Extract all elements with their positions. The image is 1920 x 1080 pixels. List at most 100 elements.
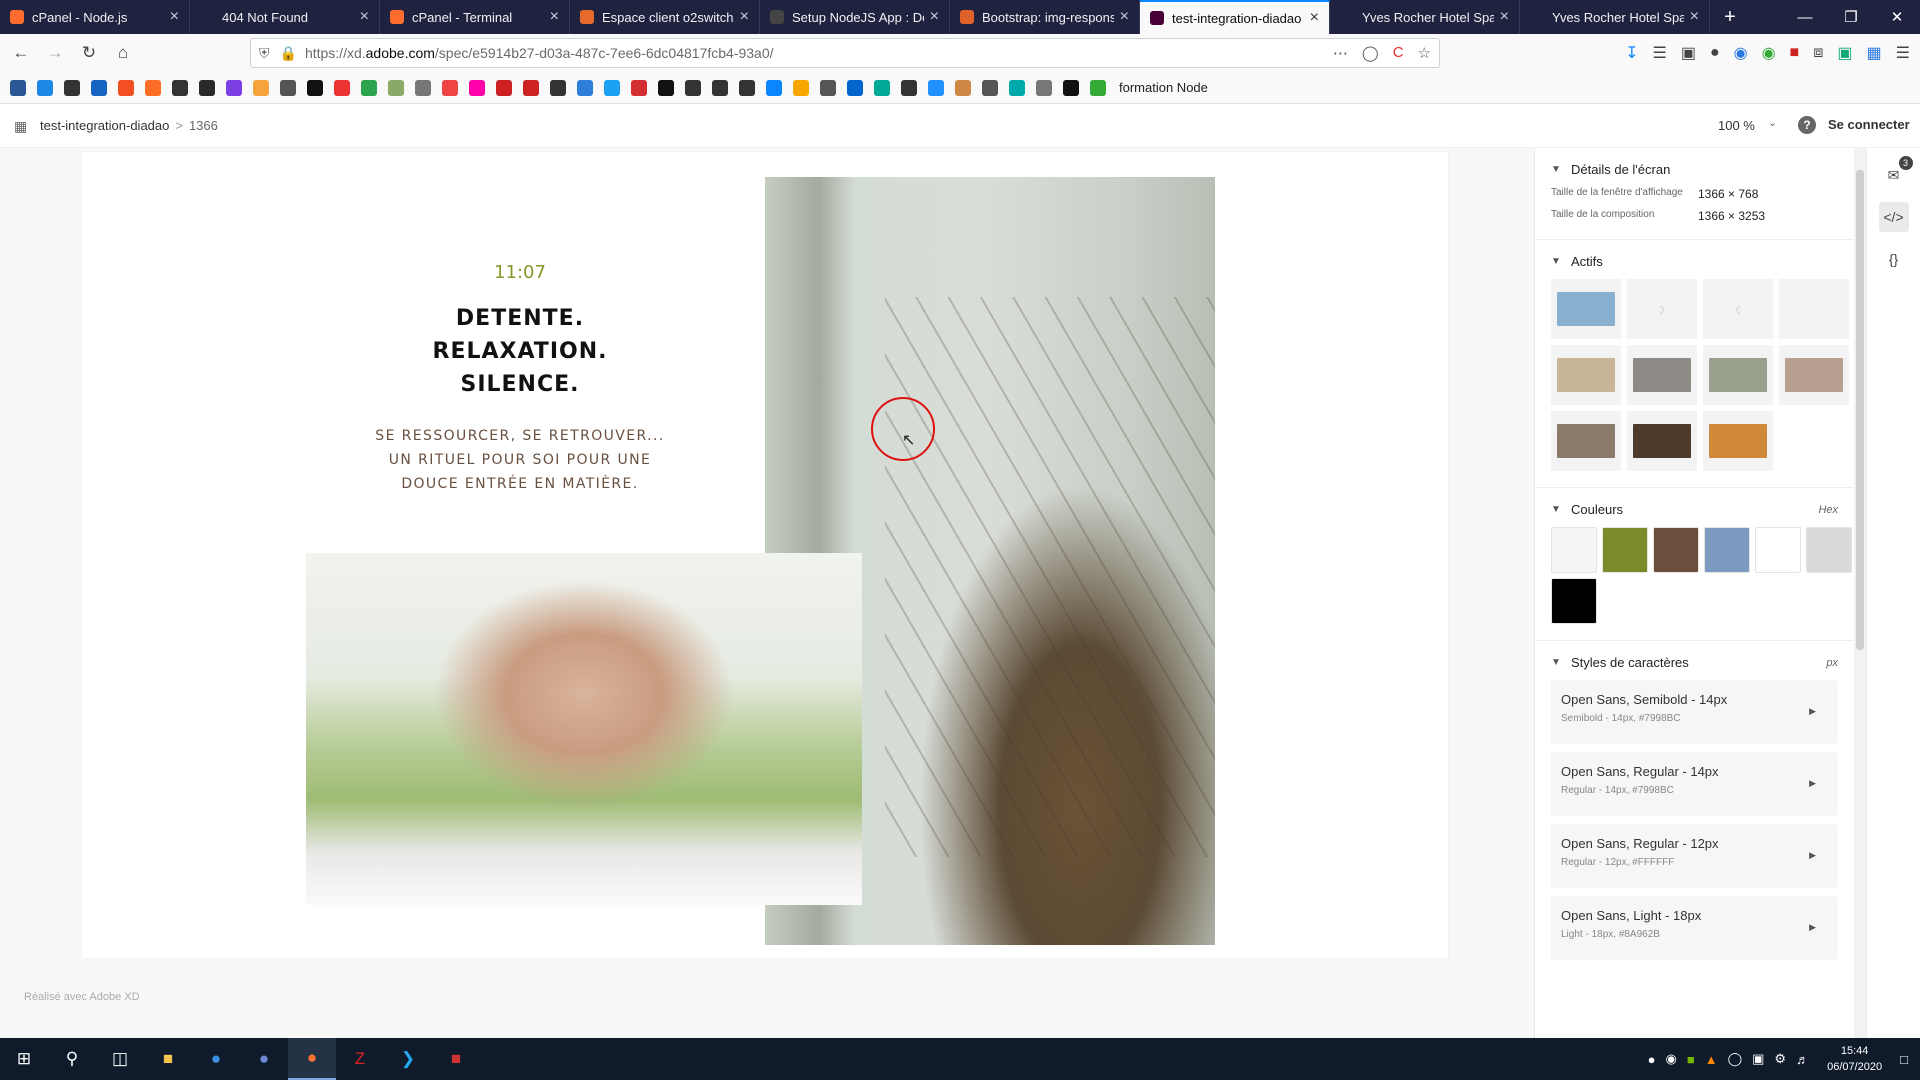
extension-icon[interactable]: ■ xyxy=(1790,44,1800,62)
spa-woman-photo[interactable] xyxy=(306,553,862,905)
tab-close-icon[interactable]: × xyxy=(1310,9,1319,27)
bookmark-icon[interactable] xyxy=(469,79,485,96)
chevron-down-icon[interactable]: ▼ xyxy=(1551,256,1561,267)
bookmark-icon[interactable] xyxy=(145,79,161,96)
chevron-down-icon[interactable]: ▼ xyxy=(1551,164,1561,175)
asset-thumbnail[interactable] xyxy=(1779,279,1849,339)
section-header[interactable]: ▼ Styles de caractères px xyxy=(1551,655,1838,670)
app-icon[interactable]: ● xyxy=(192,1038,240,1080)
extension-icon[interactable]: ▦ xyxy=(1867,43,1882,63)
discord-icon[interactable]: ● xyxy=(240,1038,288,1080)
extension-icon[interactable]: ▣ xyxy=(1837,43,1852,63)
bookmark-icon[interactable] xyxy=(685,79,701,96)
tab-8[interactable]: Yves Rocher Hotel Spa × xyxy=(1330,0,1520,34)
section-header[interactable]: ▼ Actifs xyxy=(1551,254,1838,269)
tab-2[interactable]: 404 Not Found × xyxy=(190,0,380,34)
tab-3[interactable]: cPanel - Terminal × xyxy=(380,0,570,34)
chevron-right-icon[interactable]: ▶ xyxy=(1809,778,1816,789)
chevron-down-icon[interactable]: ▼ xyxy=(1551,504,1561,515)
bookmark-icon[interactable] xyxy=(307,79,323,96)
chevron-right-icon[interactable]: ▶ xyxy=(1809,706,1816,717)
bookmark-icon[interactable] xyxy=(928,79,944,96)
braces-icon[interactable]: {} xyxy=(1879,244,1909,274)
asset-thumbnail[interactable] xyxy=(1627,345,1697,405)
account-icon[interactable]: ● xyxy=(1710,44,1720,62)
bookmark-icon[interactable] xyxy=(550,79,566,96)
extension-icon[interactable]: ◉ xyxy=(1762,43,1776,63)
settings-icon[interactable]: ⚙ xyxy=(1774,1051,1786,1067)
bookmark-icon[interactable] xyxy=(172,79,188,96)
bookmark-icon[interactable] xyxy=(334,79,350,96)
color-swatch[interactable] xyxy=(1704,527,1750,573)
color-swatch[interactable] xyxy=(1551,578,1597,624)
unit-toggle[interactable]: px xyxy=(1826,657,1838,669)
tab-9[interactable]: Yves Rocher Hotel Spa × xyxy=(1520,0,1710,34)
comments-icon[interactable]: ✉ 3 xyxy=(1879,156,1913,190)
new-tab-button[interactable]: + xyxy=(1710,0,1750,34)
chevron-right-icon[interactable]: ▶ xyxy=(1809,850,1816,861)
bookmark-icon[interactable] xyxy=(1090,79,1106,96)
forward-icon[interactable]: → xyxy=(38,38,72,68)
tab-5[interactable]: Setup NodeJS App : Dép × xyxy=(760,0,950,34)
bookmark-icon[interactable] xyxy=(739,79,755,96)
filezilla-icon[interactable]: Z xyxy=(336,1038,384,1080)
login-link[interactable]: Se connecter xyxy=(1828,117,1910,132)
extension-icon[interactable]: ⧈ xyxy=(1813,44,1823,62)
tab-close-icon[interactable]: × xyxy=(1120,8,1129,26)
bookmark-star-icon[interactable]: ☆ xyxy=(1418,44,1431,62)
bookmark-icon[interactable] xyxy=(118,79,134,96)
bookmark-icon[interactable] xyxy=(442,79,458,96)
bookmark-icon[interactable] xyxy=(496,79,512,96)
task-view-icon[interactable]: ◫ xyxy=(96,1038,144,1080)
section-header[interactable]: ▼ Couleurs Hex xyxy=(1551,502,1838,517)
firefox-icon[interactable]: ● xyxy=(288,1038,336,1080)
tray-icon[interactable]: ◯ xyxy=(1728,1051,1743,1067)
notifications-icon[interactable]: □ xyxy=(1900,1052,1908,1067)
grid-icon[interactable]: ▦ xyxy=(14,118,30,134)
bookmark-icon[interactable] xyxy=(901,79,917,96)
search-icon[interactable]: ⚲ xyxy=(48,1038,96,1080)
asset-thumbnail[interactable] xyxy=(1703,345,1773,405)
bookmark-icon[interactable] xyxy=(874,79,890,96)
tab-close-icon[interactable]: × xyxy=(1500,8,1509,26)
bookmark-icon[interactable] xyxy=(982,79,998,96)
tray-icon[interactable]: ▲ xyxy=(1705,1052,1718,1067)
bookmark-icon[interactable] xyxy=(280,79,296,96)
bookmark-icon[interactable] xyxy=(1009,79,1025,96)
back-icon[interactable]: ← xyxy=(4,38,38,68)
bookmark-icon[interactable] xyxy=(955,79,971,96)
network-icon[interactable]: ▣ xyxy=(1752,1051,1764,1067)
tab-close-icon[interactable]: × xyxy=(170,8,179,26)
tab-close-icon[interactable]: × xyxy=(550,8,559,26)
asset-thumbnail[interactable] xyxy=(1551,411,1621,471)
asset-thumbnail[interactable] xyxy=(1779,345,1849,405)
help-icon[interactable]: ? xyxy=(1798,116,1816,134)
discord-tray-icon[interactable]: ● xyxy=(1648,1052,1656,1067)
char-style-item[interactable]: Open Sans, Light - 18px Light - 18px, #8A… xyxy=(1551,896,1838,960)
asset-thumbnail[interactable]: › xyxy=(1627,279,1697,339)
breadcrumb-project[interactable]: test-integration-diadao xyxy=(40,118,169,133)
bookmark-icon[interactable] xyxy=(91,79,107,96)
bookmark-icon[interactable] xyxy=(37,79,53,96)
bookmark-icon[interactable] xyxy=(1036,79,1052,96)
tray-icon[interactable]: ◉ xyxy=(1665,1051,1676,1067)
color-swatch[interactable] xyxy=(1602,527,1648,573)
bookmark-icon[interactable] xyxy=(523,79,539,96)
color-swatch[interactable] xyxy=(1653,527,1699,573)
tab-close-icon[interactable]: × xyxy=(1690,8,1699,26)
reload-icon[interactable]: ↻ xyxy=(72,38,106,68)
asset-thumbnail[interactable]: ‹ xyxy=(1703,279,1773,339)
tab-close-icon[interactable]: × xyxy=(930,8,939,26)
bookmark-icon[interactable] xyxy=(631,79,647,96)
extension-refresh-icon[interactable]: C xyxy=(1393,44,1404,62)
close-window-icon[interactable]: ✕ xyxy=(1874,0,1920,34)
bookmark-icon[interactable] xyxy=(577,79,593,96)
bookmark-icon[interactable] xyxy=(1063,79,1079,96)
extension-icon[interactable]: ◉ xyxy=(1734,43,1748,63)
tab-1[interactable]: cPanel - Node.js × xyxy=(0,0,190,34)
chevron-down-icon[interactable]: ▼ xyxy=(1551,657,1561,668)
char-style-item[interactable]: Open Sans, Regular - 12px Regular - 12px,… xyxy=(1551,824,1838,888)
app-icon[interactable]: ■ xyxy=(432,1038,480,1080)
tab-close-icon[interactable]: × xyxy=(360,8,369,26)
tab-7[interactable]: test-integration-diadao × xyxy=(1140,0,1330,34)
